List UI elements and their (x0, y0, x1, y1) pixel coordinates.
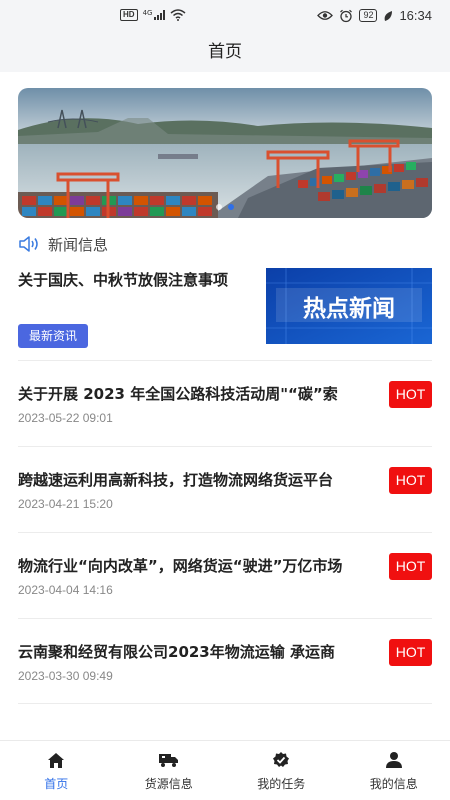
news-list: 关于开展 2023 年全国公路科技活动周"“碳”索 2023-05-22 09:… (18, 360, 432, 704)
port-banner-image (18, 88, 432, 218)
tab-label: 我的任务 (257, 777, 306, 791)
battery-indicator: 92 (359, 9, 378, 22)
latest-news-tag[interactable]: 最新资讯 (18, 324, 89, 348)
news-title: 关于开展 2023 年全国公路科技活动周"“碳”索 (18, 385, 338, 403)
alarm-icon (340, 9, 353, 22)
hd-badge: HD (120, 9, 138, 21)
hot-badge: HOT (389, 467, 432, 494)
featured-news-title: 关于国庆、中秋节放假注意事项 (18, 271, 229, 289)
news-item[interactable]: 关于开展 2023 年全国公路科技活动周"“碳”索 2023-05-22 09:… (18, 360, 432, 446)
tab-home[interactable]: 首页 (0, 741, 113, 800)
speaker-icon (19, 236, 38, 252)
tab-label: 我的信息 (369, 777, 418, 791)
news-section-header: 新闻信息 (18, 232, 108, 256)
news-item[interactable]: 云南聚和经贸有限公司2023年物流运输 承运商 2023-03-30 09:49… (18, 618, 432, 704)
task-check-icon (273, 752, 290, 767)
main-content: 新闻信息 关于国庆、中秋节放假注意事项 最新资讯 热点新闻 关于开展 2023 … (0, 72, 450, 740)
news-date: 2023-03-30 09:49 (18, 669, 113, 683)
signal-icon (154, 10, 166, 20)
featured-news[interactable]: 关于国庆、中秋节放假注意事项 最新资讯 热点新闻 (18, 268, 432, 348)
carousel-dot[interactable] (216, 204, 222, 210)
news-title: 跨越速运利用高新科技，打造物流网络货运平台 (18, 471, 334, 489)
leaf-icon (385, 10, 393, 21)
status-left: HD 4G (120, 9, 186, 21)
news-date: 2023-05-22 09:01 (18, 411, 113, 425)
news-section-title: 新闻信息 (48, 235, 109, 254)
news-item[interactable]: 跨越速运利用高新科技，打造物流网络货运平台 2023-04-21 15:20 H… (18, 446, 432, 532)
user-icon (385, 752, 402, 768)
tab-my-tasks[interactable]: 我的任务 (225, 741, 338, 800)
eye-icon (317, 11, 334, 20)
news-item[interactable]: 物流行业“向内改革”，网络货运“驶进”万亿市场 2023-04-04 14:16… (18, 532, 432, 618)
news-title: 云南聚和经贸有限公司2023年物流运输 承运商 (18, 643, 335, 661)
news-date: 2023-04-04 14:16 (18, 583, 113, 597)
hot-badge: HOT (389, 381, 432, 408)
status-right: 92 16:34 (317, 8, 432, 23)
network-type: 4G (142, 9, 153, 17)
bottom-tab-bar: 首页 货源信息 我的任务 我的信息 (0, 740, 450, 800)
tab-label: 货源信息 (144, 777, 193, 791)
news-date: 2023-04-21 15:20 (18, 497, 113, 511)
clock: 16:34 (399, 8, 432, 23)
hot-badge: HOT (389, 553, 432, 580)
status-bar: HD 4G 92 16:34 (0, 0, 450, 32)
page-title: 首页 (0, 32, 450, 72)
thumbnail-text: 热点新闻 (303, 295, 395, 322)
truck-icon (158, 754, 178, 767)
banner-carousel[interactable] (18, 88, 432, 218)
wifi-icon (170, 9, 186, 21)
carousel-dot-active[interactable] (228, 204, 234, 210)
hot-badge: HOT (389, 639, 432, 666)
featured-news-thumbnail: 热点新闻 (266, 268, 432, 344)
home-icon (48, 752, 65, 768)
tab-cargo-info[interactable]: 货源信息 (113, 741, 226, 800)
news-title: 物流行业“向内改革”，网络货运“驶进”万亿市场 (18, 557, 343, 575)
tab-label: 首页 (44, 777, 69, 791)
tab-my-info[interactable]: 我的信息 (338, 741, 450, 800)
carousel-dots (18, 204, 432, 210)
